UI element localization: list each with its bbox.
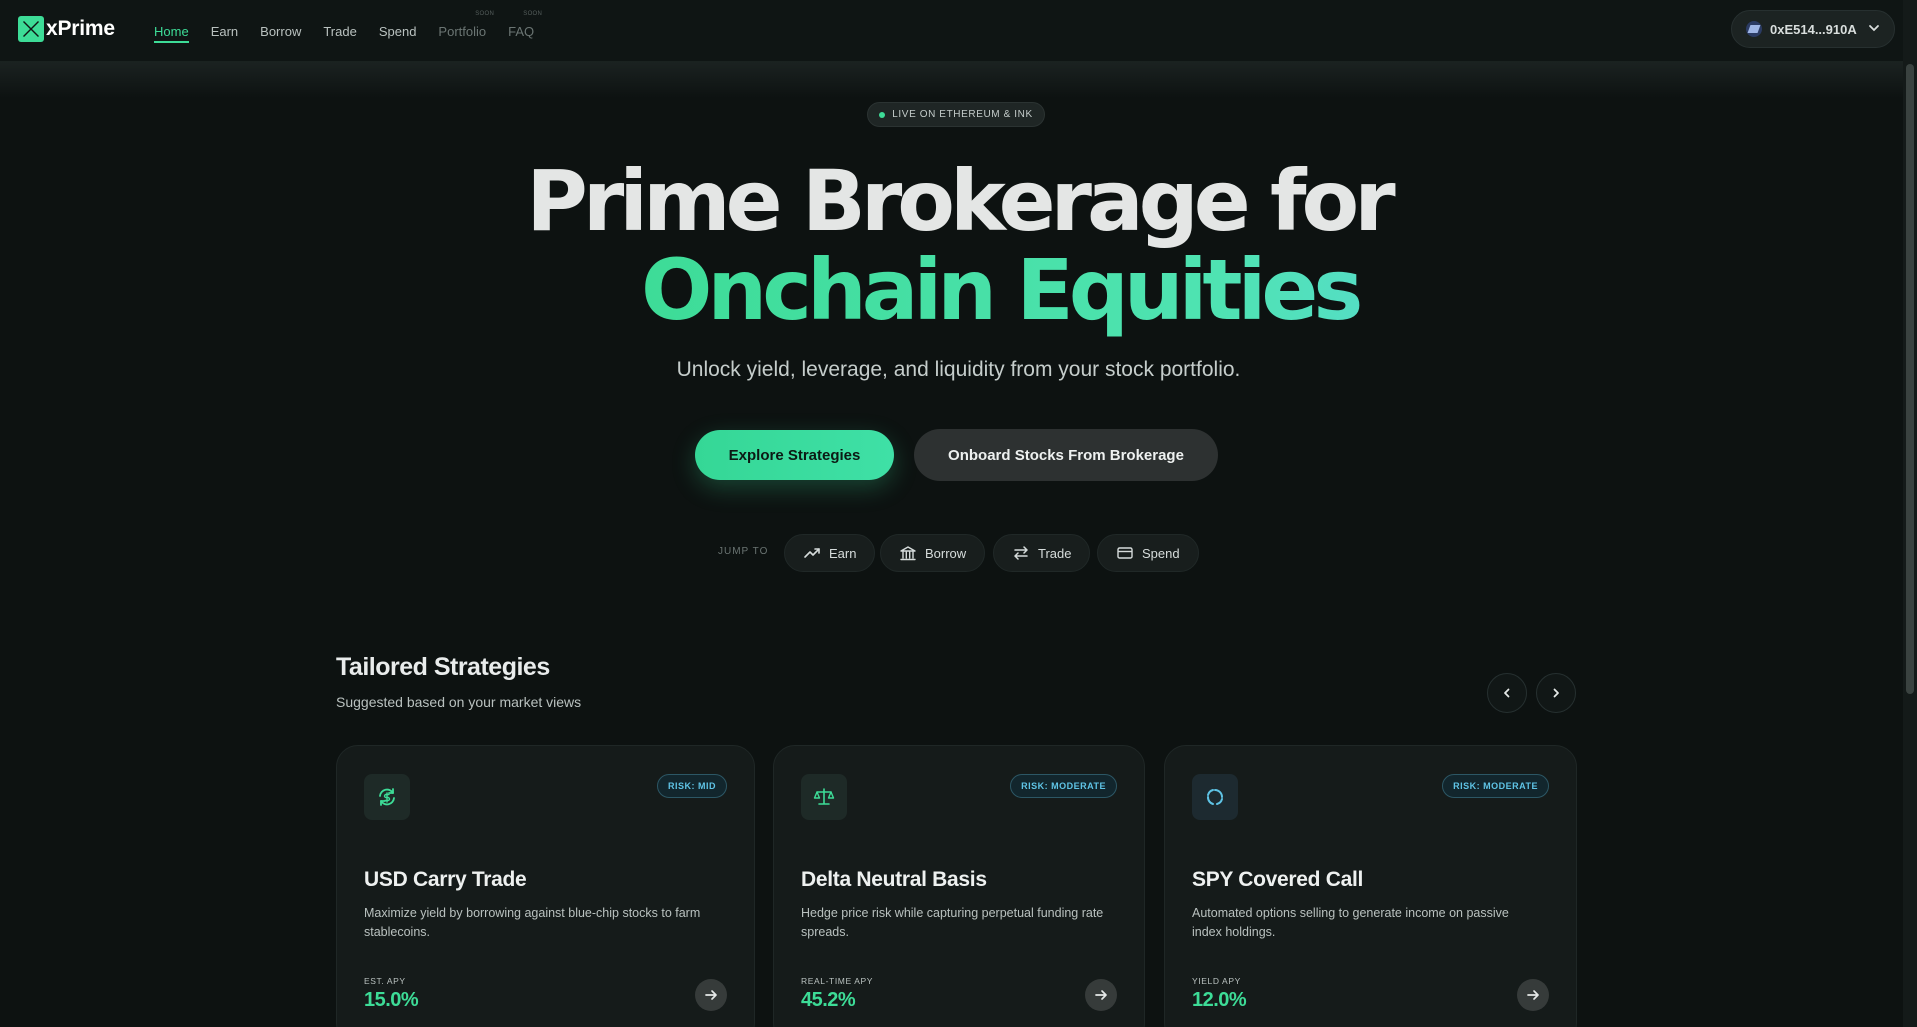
jump-to-label: JUMP TO [718, 546, 769, 557]
nav-borrow-label: Borrow [260, 23, 302, 39]
jump-borrow-chip[interactable]: Borrow [880, 534, 986, 572]
top-navbar: xPrime Home Earn Borrow Trade Spend Port… [0, 0, 1917, 62]
soon-badge: SOON [475, 11, 495, 17]
jump-trade-label: Trade [1038, 545, 1072, 561]
jump-earn-chip[interactable]: Earn [784, 534, 876, 572]
trending-up-icon [804, 548, 820, 558]
strategy-card-spy-covered-call[interactable]: RISK: MODERATE SPY Covered Call Automate… [1164, 745, 1577, 1027]
wallet-button[interactable]: 0xE514...910A [1731, 10, 1895, 48]
loader-icon [1207, 789, 1223, 805]
bank-icon [900, 546, 916, 561]
chevron-down-icon [1868, 22, 1880, 37]
card-title: SPY Covered Call [1192, 868, 1364, 891]
wallet-address: 0xE514...910A [1770, 21, 1857, 37]
risk-badge: RISK: MODERATE [1442, 774, 1549, 798]
brand-logo[interactable]: xPrime [18, 16, 115, 42]
card-description: Automated options selling to generate in… [1192, 906, 1509, 939]
carousel-next-button[interactable] [1536, 673, 1576, 713]
arrow-right-icon [1527, 990, 1539, 1000]
card-open-button[interactable] [1085, 979, 1117, 1011]
wallet-avatar-icon [1746, 21, 1762, 37]
hero-subtitle: Unlock yield, leverage, and liquidity fr… [676, 358, 1241, 381]
apy-value: 45.2% [801, 989, 856, 1011]
nav-trade-label: Trade [323, 23, 357, 39]
risk-badge: RISK: MODERATE [1010, 774, 1117, 798]
apy-value: 12.0% [1192, 989, 1247, 1011]
strategy-card-usd-carry[interactable]: RISK: MID USD Carry Trade Maximize yield… [336, 745, 755, 1027]
main-nav: Home Earn Borrow Trade Spend Portfolio S… [154, 0, 545, 62]
live-network-badge: LIVE ON ETHEREUM & INK [867, 102, 1045, 127]
card-icon-wrap [364, 774, 410, 820]
jump-spend-label: Spend [1142, 545, 1180, 561]
onboard-stocks-button[interactable]: Onboard Stocks From Brokerage [914, 429, 1218, 481]
apy-label: EST. APY [364, 976, 406, 986]
header-shadow-band [0, 62, 1903, 98]
jump-borrow-label: Borrow [925, 545, 967, 561]
nav-trade[interactable]: Trade [312, 0, 367, 62]
explore-strategies-button[interactable]: Explore Strategies [695, 430, 894, 480]
card-icon-wrap [801, 774, 847, 820]
brand-name: xPrime [46, 17, 115, 40]
arrow-right-icon [705, 990, 717, 1000]
apy-label: REAL-TIME APY [801, 976, 874, 986]
strategy-card-delta-neutral[interactable]: RISK: MODERATE Delta Neutral Basis Hedge… [773, 745, 1145, 1027]
hero-title-line1: Prime Brokerage for [526, 152, 1395, 250]
nav-earn-label: Earn [210, 23, 239, 39]
nav-spend[interactable]: Spend [368, 0, 428, 62]
chevron-right-icon [1553, 688, 1559, 698]
refresh-dollar-icon [379, 788, 395, 806]
apy-value: 15.0% [364, 989, 419, 1011]
nav-portfolio-label: Portfolio [438, 23, 487, 39]
risk-badge: RISK: MID [657, 774, 727, 798]
nav-faq-label: FAQ [508, 23, 535, 39]
card-open-button[interactable] [1517, 979, 1549, 1011]
card-title: Delta Neutral Basis [801, 868, 987, 891]
nav-spend-label: Spend [378, 23, 417, 39]
swap-icon [1014, 546, 1028, 560]
xprime-logo-icon [18, 16, 44, 42]
card-description: Hedge price risk while capturing perpetu… [801, 906, 1104, 939]
hero-title-line2: Onchain Equities [641, 242, 1917, 338]
nav-borrow[interactable]: Borrow [249, 0, 312, 62]
apy-label: YIELD APY [1192, 976, 1241, 986]
jump-earn-label: Earn [829, 545, 857, 561]
arrow-right-icon [1095, 990, 1107, 1000]
jump-trade-chip[interactable]: Trade [993, 534, 1091, 572]
nav-home[interactable]: Home [154, 0, 200, 62]
nav-home-label: Home [154, 23, 189, 39]
nav-portfolio: Portfolio SOON [427, 0, 497, 62]
live-badge-text: LIVE ON ETHEREUM & INK [892, 109, 1033, 120]
card-description: Maximize yield by borrowing against blue… [364, 906, 701, 939]
strategies-subtitle: Suggested based on your market views [336, 694, 582, 710]
card-title: USD Carry Trade [364, 868, 527, 891]
nav-faq: FAQ SOON [497, 0, 545, 62]
chevron-left-icon [1504, 688, 1510, 698]
scale-icon [813, 788, 835, 805]
card-open-button[interactable] [695, 979, 727, 1011]
jump-spend-chip[interactable]: Spend [1097, 534, 1199, 572]
carousel-prev-button[interactable] [1487, 673, 1527, 713]
soon-badge: SOON [523, 11, 543, 17]
nav-earn[interactable]: Earn [200, 0, 249, 62]
live-dot-icon [879, 111, 886, 118]
card-icon-wrap [1192, 774, 1238, 820]
strategies-title: Tailored Strategies [336, 653, 550, 681]
card-icon [1117, 547, 1133, 559]
